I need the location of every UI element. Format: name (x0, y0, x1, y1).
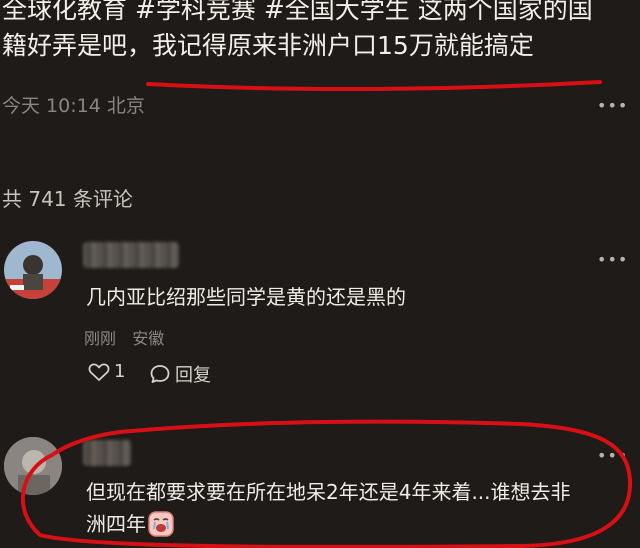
comment-text-line-1: 但现在都要求要在所在地呆2年还是4年来着...谁想去非 (86, 480, 571, 504)
comment-count: 共 741 条评论 (2, 187, 133, 211)
crying-emoji-icon (148, 511, 174, 537)
post-text-line-1: 全球化教育 #学科竞赛 #全国大学生 这两个国家的国 (2, 0, 593, 24)
heart-icon (88, 362, 110, 382)
comment-text-line-2-row: 洲四年 (86, 509, 174, 539)
avatar[interactable] (4, 437, 62, 495)
like-button[interactable]: 1 (88, 361, 125, 382)
post-text-line-2: 籍好弄是吧，我记得原来非洲户口15万就能搞定 (2, 31, 534, 60)
comment-location: 安徽 (132, 329, 165, 348)
comment-more-dots-icon[interactable]: ••• (597, 250, 628, 269)
reply-label: 回复 (175, 365, 211, 386)
comment-text: 几内亚比绍那些同学是黄的还是黑的 (86, 285, 406, 309)
like-count: 1 (114, 361, 126, 382)
comment-text-line-2: 洲四年 (86, 512, 146, 536)
username-blurred[interactable] (83, 242, 179, 268)
comment-bubble-icon (149, 363, 171, 385)
avatar[interactable] (4, 241, 62, 299)
comment-meta: 刚刚 安徽 (84, 325, 164, 349)
post-timestamp: 今天 10:14 北京 (2, 95, 145, 117)
reply-button[interactable]: 回复 (149, 361, 211, 387)
username-blurred[interactable] (83, 440, 131, 466)
screenshot: 全球化教育 #学科竞赛 #全国大学生 这两个国家的国 籍好弄是吧，我记得原来非洲… (0, 0, 640, 548)
comment-time: 刚刚 (84, 329, 117, 348)
comment-more-dots-icon[interactable]: ••• (597, 446, 628, 465)
post-more-dots-icon[interactable]: ••• (597, 96, 628, 115)
